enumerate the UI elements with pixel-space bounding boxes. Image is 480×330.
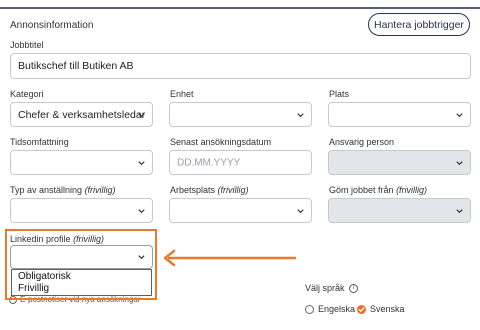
checkmark-icon xyxy=(358,307,365,312)
gom-label: Göm jobbet från (frivillig) xyxy=(329,185,428,195)
plats-select[interactable] xyxy=(328,102,471,127)
kategori-select[interactable]: Chefer & verksamhetsledar xyxy=(10,102,153,127)
chevron-down-icon xyxy=(138,208,145,213)
ansvarig-select[interactable] xyxy=(328,150,471,175)
jobbtitel-value: Butikschef till Butiken AB xyxy=(18,60,134,72)
chevron-down-icon xyxy=(456,208,463,213)
enhet-select[interactable] xyxy=(169,102,312,127)
jobbtitel-label: Jobbtitel xyxy=(10,40,44,50)
info-icon: i xyxy=(349,284,358,293)
kategori-value: Chefer & verksamhetsledar xyxy=(18,108,146,121)
section-title: Annonsinformation xyxy=(10,20,94,31)
anstallning-label: Typ av anställning (frivillig) xyxy=(10,185,116,195)
tidsomfattning-select[interactable] xyxy=(10,150,153,175)
manage-jobtrigger-button[interactable]: Hantera jobbtrigger xyxy=(368,13,470,36)
chevron-down-icon xyxy=(138,160,145,165)
arrow-left-icon xyxy=(163,249,296,267)
ansvarig-label: Ansvarig person xyxy=(329,137,395,147)
jobbtitel-input[interactable]: Butikschef till Butiken AB xyxy=(10,53,471,79)
radio-svenska-label: Svenska xyxy=(370,304,405,314)
linkedin-dropdown-list: Obligatorisk Frivillig xyxy=(11,269,152,296)
radio-engelska-label: Engelska xyxy=(318,304,356,314)
tidsomfattning-label: Tidsomfattning xyxy=(10,137,69,147)
arbetsplats-select[interactable] xyxy=(169,198,312,223)
plats-label: Plats xyxy=(329,89,350,99)
radio-svenska[interactable] xyxy=(357,305,366,314)
chevron-down-icon xyxy=(297,112,304,117)
gom-select[interactable] xyxy=(328,198,471,223)
radio-engelska[interactable] xyxy=(305,305,314,314)
chevron-down-icon xyxy=(297,208,304,213)
linkedin-select[interactable] xyxy=(10,245,153,269)
senast-label: Senast ansökningsdatum xyxy=(170,137,272,147)
chevron-down-icon xyxy=(456,160,463,165)
enhet-label: Enhet xyxy=(170,89,194,99)
dropdown-option-obligatorisk[interactable]: Obligatorisk xyxy=(18,271,71,282)
kategori-label: Kategori xyxy=(10,89,44,99)
senast-placeholder: DD.MM.YYYY xyxy=(177,157,241,168)
top-divider xyxy=(0,7,480,9)
chevron-down-icon xyxy=(138,255,145,260)
anstallning-select[interactable] xyxy=(10,198,153,223)
chevron-down-icon xyxy=(138,112,145,117)
linkedin-label: Linkedin profile (frivillig) xyxy=(10,234,105,244)
chevron-down-icon xyxy=(456,112,463,117)
arbetsplats-label: Arbetsplats (frivillig) xyxy=(170,185,249,195)
senast-date-input[interactable]: DD.MM.YYYY xyxy=(169,150,312,175)
dropdown-option-frivillig[interactable]: Frivillig xyxy=(18,283,49,294)
language-label: Välj språk xyxy=(305,283,345,293)
